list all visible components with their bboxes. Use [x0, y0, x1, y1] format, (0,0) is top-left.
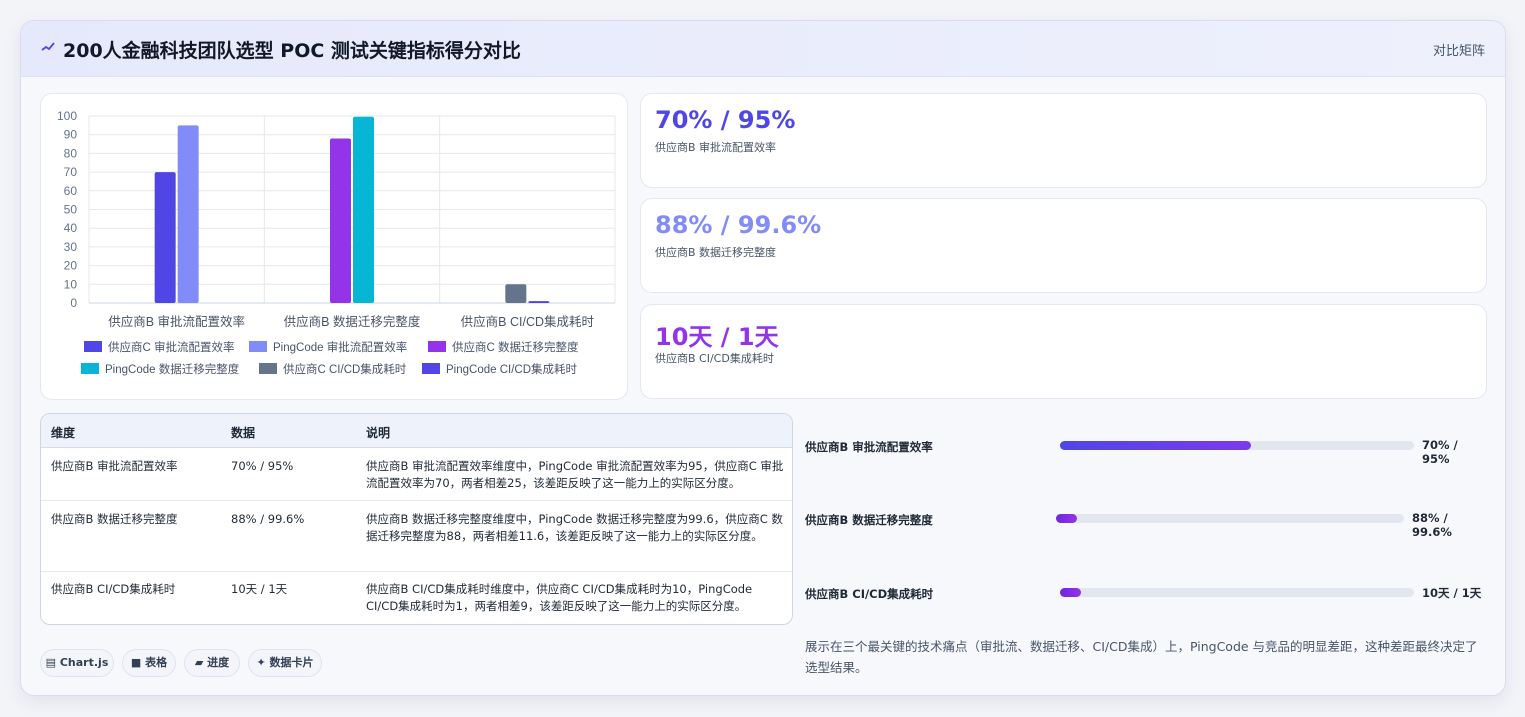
progress-label: 供应商B 审批流配置效率: [805, 440, 933, 454]
y-tick-label: 30: [64, 240, 78, 254]
x-tick-label: 供应商B 数据迁移完整度: [284, 314, 421, 329]
tag-label: 表格: [145, 656, 168, 669]
tag-label: Chart.js: [59, 656, 109, 669]
tag-progress[interactable]: ▰ 进度: [184, 649, 240, 677]
table-header: 维度 数据 说明: [41, 414, 792, 448]
table-cell-description: 供应商B 数据迁移完整度维度中，PingCode 数据迁移完整度为99.6，供应…: [366, 512, 783, 543]
column-header-dimension: 维度: [51, 426, 76, 440]
y-tick-label: 40: [64, 221, 78, 235]
legend-label: 供应商C CI/CD集成耗时: [283, 362, 407, 376]
x-tick-label: 供应商B 审批流配置效率: [108, 314, 245, 329]
legend-label: PingCode 审批流配置效率: [273, 340, 407, 354]
bar-0-0: [154, 172, 176, 303]
progress-fill: [1056, 514, 1077, 523]
bar-1-2: [330, 138, 351, 303]
table-row: 供应商B CI/CD集成耗时 10天 / 1天 供应商B CI/CD集成耗时维度…: [41, 572, 792, 624]
tag-chartjs[interactable]: ▤ Chart.js: [40, 649, 114, 677]
column-header-description: 说明: [366, 426, 391, 440]
table-cell-data: 88% / 99.6%: [231, 512, 305, 526]
legend-label: 供应商C 审批流配置效率: [108, 340, 235, 354]
table-icon: ■: [130, 656, 142, 669]
data-table: 维度 数据 说明 供应商B 审批流配置效率 70% / 95% 供应商B 审批流…: [40, 413, 793, 625]
bar-2-5: [528, 301, 550, 303]
y-tick-label: 100: [57, 109, 77, 123]
legend-label: PingCode CI/CD集成耗时: [446, 362, 578, 376]
progress-label: 供应商B CI/CD集成耗时: [805, 587, 934, 601]
tag-label: 进度: [207, 656, 230, 669]
card-header: 200人金融科技团队选型 POC 测试关键指标得分对比 对比矩阵: [21, 21, 1505, 77]
table-row: 供应商B 数据迁移完整度 88% / 99.6% 供应商B 数据迁移完整度维度中…: [41, 501, 792, 572]
y-tick-label: 20: [64, 259, 78, 273]
legend-swatch: [84, 341, 102, 352]
progress-fill: [1060, 588, 1082, 597]
kpi-value: 70% / 95%: [655, 106, 796, 134]
page-title: 200人金融科技团队选型 POC 测试关键指标得分对比: [63, 40, 521, 62]
table-cell-description: 供应商B 审批流配置效率维度中，PingCode 审批流配置效率为95，供应商C…: [366, 459, 784, 490]
progress-track: [1060, 441, 1414, 450]
progress-icon: ▰: [194, 656, 204, 669]
card-icon: ✦: [256, 656, 266, 669]
y-tick-label: 70: [64, 165, 78, 179]
progress-track: [1060, 588, 1414, 597]
progress-label: 供应商B 数据迁移完整度: [805, 513, 933, 527]
tag-label: 数据卡片: [269, 656, 314, 669]
bar-2-4: [505, 284, 527, 303]
table-cell-data: 10天 / 1天: [231, 582, 288, 596]
progress-value: 88% / 99.6%: [1412, 511, 1452, 539]
progress-row-migration: 供应商B 数据迁移完整度 88% / 99.6%: [805, 504, 1487, 539]
y-tick-label: 10: [64, 277, 78, 291]
sparkline-icon: [41, 42, 55, 51]
kpi-value: 88% / 99.6%: [655, 211, 822, 239]
tag-data-card[interactable]: ✦ 数据卡片: [248, 649, 322, 677]
kpi-label: 供应商B CI/CD集成耗时: [655, 352, 774, 365]
y-tick-label: 0: [70, 296, 77, 310]
kpi-card-migration: 88% / 99.6% 供应商B 数据迁移完整度: [640, 198, 1487, 293]
chart-icon: ▤: [45, 656, 57, 669]
legend-label: PingCode 数据迁移完整度: [105, 362, 240, 376]
progress-row-cicd: 供应商B CI/CD集成耗时 10天 / 1天: [805, 578, 1487, 608]
progress-value: 70% / 95%: [1422, 438, 1458, 466]
table-row: 供应商B 审批流配置效率 70% / 95% 供应商B 审批流配置效率维度中，P…: [41, 448, 792, 501]
bar-chart: 0 10 20 30 40 50 60 70 80 90 100 供应商B 审批流配置效率 供应商B 数…: [57, 109, 616, 376]
progress-track: [1056, 514, 1404, 523]
legend-swatch: [422, 363, 440, 374]
tag-table[interactable]: ■ 表格: [122, 649, 176, 677]
legend-swatch: [81, 363, 99, 374]
kpi-card-approval: 70% / 95% 供应商B 审批流配置效率: [640, 93, 1487, 188]
progress-value: 10天 / 1天: [1422, 586, 1482, 600]
bar-0-1: [177, 125, 199, 303]
kpi-value: 10天 / 1天: [655, 323, 779, 351]
summary-note: 展示在三个最关键的技术痛点（审批流、数据迁移、CI/CD集成）上，PingCod…: [805, 639, 1478, 675]
kpi-label: 供应商B 数据迁移完整度: [655, 246, 777, 259]
progress-row-approval: 供应商B 审批流配置效率 70% / 95%: [805, 431, 1487, 466]
bar-1-3: [353, 116, 374, 303]
legend-swatch: [249, 341, 267, 352]
legend-swatch: [259, 363, 277, 374]
table-cell-data: 70% / 95%: [231, 459, 294, 473]
column-header-data: 数据: [231, 426, 256, 440]
bar-chart-panel: 0 10 20 30 40 50 60 70 80 90 100 供应商B 审批流配置效率 供应商B 数…: [40, 93, 628, 400]
kpi-card-cicd: 10天 / 1天 供应商B CI/CD集成耗时: [640, 304, 1487, 399]
table-cell-dimension: 供应商B 数据迁移完整度: [51, 512, 178, 526]
y-tick-label: 80: [64, 146, 78, 160]
table-cell-description: 供应商B CI/CD集成耗时维度中，供应商C CI/CD集成耗时为10，Ping…: [366, 582, 753, 613]
y-tick-label: 90: [64, 128, 78, 142]
table-cell-dimension: 供应商B CI/CD集成耗时: [51, 582, 176, 596]
kpi-label: 供应商B 审批流配置效率: [655, 141, 777, 154]
x-tick-label: 供应商B CI/CD集成耗时: [461, 314, 595, 329]
legend-swatch: [428, 341, 446, 352]
poc-comparison-card: 200人金融科技团队选型 POC 测试关键指标得分对比 对比矩阵 0 10 20 30…: [20, 20, 1506, 696]
legend-label: 供应商C 数据迁移完整度: [452, 340, 579, 354]
y-tick-label: 60: [64, 184, 78, 198]
y-tick-label: 50: [64, 203, 78, 217]
comparison-matrix-label: 对比矩阵: [1432, 44, 1485, 59]
table-cell-dimension: 供应商B 审批流配置效率: [51, 459, 178, 473]
progress-fill: [1060, 441, 1252, 450]
